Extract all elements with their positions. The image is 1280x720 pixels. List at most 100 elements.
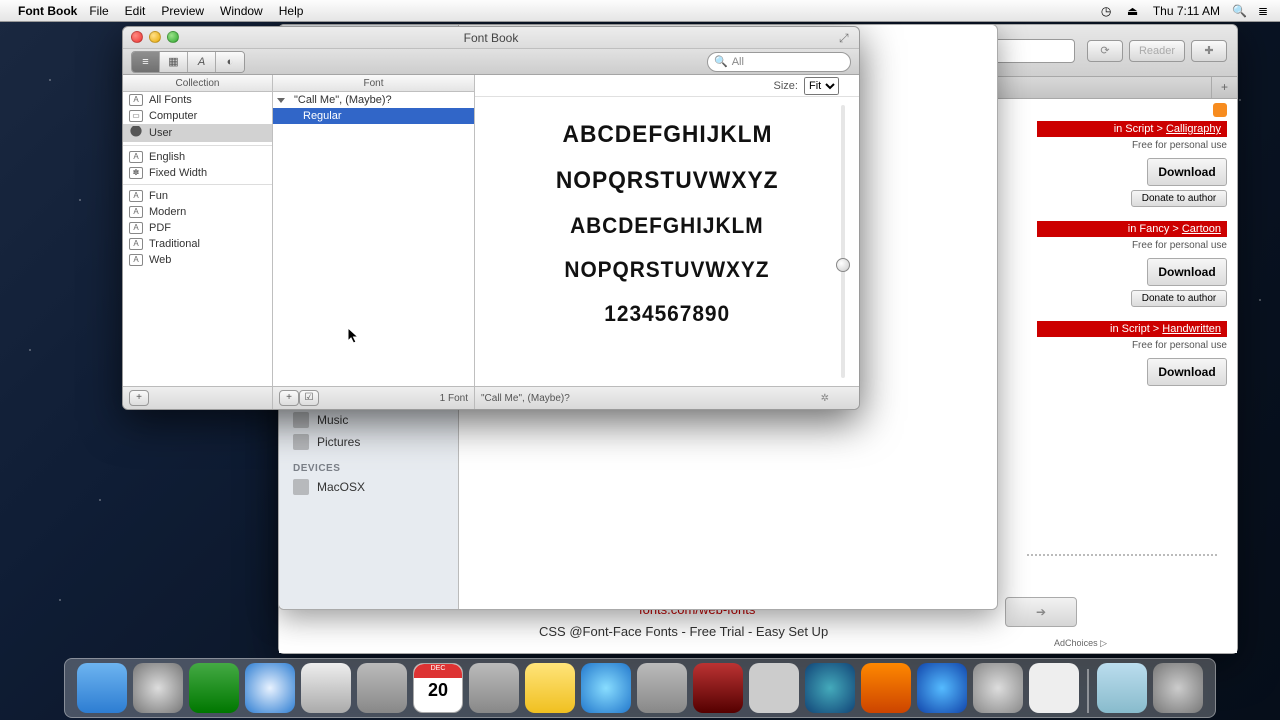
dock-launchpad[interactable] [133, 663, 183, 713]
disclosure-triangle-icon[interactable] [277, 98, 285, 103]
menubar-clock[interactable]: Thu 7:11 AM [1153, 4, 1220, 18]
dock-reminders[interactable] [469, 663, 519, 713]
collection-icon: A [129, 206, 143, 218]
menu-window[interactable]: Window [220, 4, 263, 18]
sidebar-item-music[interactable]: Music [279, 409, 458, 431]
web-license-text: Free for personal use [1037, 237, 1227, 254]
sidebar-item-macosx[interactable]: MacOSX [279, 476, 458, 498]
dock-mission-control[interactable] [189, 663, 239, 713]
ad-next-button[interactable]: ➔ [1005, 597, 1077, 627]
font-style-row[interactable]: Regular [273, 108, 474, 124]
safari-add-bookmark-button[interactable]: ✚ [1191, 40, 1227, 62]
ad-choices[interactable]: AdChoices ▷ [1054, 638, 1107, 649]
menu-help[interactable]: Help [279, 4, 304, 18]
collection-icon: ▭ [129, 110, 143, 122]
add-collection-button[interactable]: + [129, 390, 149, 406]
dock-settings[interactable] [973, 663, 1023, 713]
dock-messages[interactable] [581, 663, 631, 713]
dock-downloads[interactable] [1097, 663, 1147, 713]
timemachine-icon[interactable]: ◷ [1101, 4, 1115, 18]
fontbook-search[interactable]: 🔍 All [707, 52, 851, 72]
web-category-bar: in Fancy > Cartoon [1037, 221, 1227, 237]
fontbook-titlebar[interactable]: Font Book ⤢ [123, 27, 859, 49]
web-category-bar: in Script > Handwritten [1037, 321, 1227, 337]
dock-safari[interactable] [245, 663, 295, 713]
view-mode-info[interactable]: A [188, 52, 216, 72]
font-list[interactable]: "Call Me", (Maybe)? Regular [273, 92, 474, 386]
font-count: 1 Font [440, 393, 468, 404]
collection-item[interactable]: ✽Fixed Width [123, 165, 272, 181]
dock-contacts[interactable] [357, 663, 407, 713]
zoom-button[interactable] [167, 31, 179, 43]
fullscreen-button[interactable]: ⤢ [839, 31, 853, 45]
safari-new-tab-button[interactable]: + [1211, 77, 1237, 98]
menu-edit[interactable]: Edit [125, 4, 146, 18]
view-mode-help[interactable]: ◐ [216, 52, 244, 72]
download-button[interactable]: Download [1147, 258, 1227, 286]
dock-finder[interactable] [77, 663, 127, 713]
dock-itunes[interactable] [805, 663, 855, 713]
collection-list[interactable]: AAll Fonts▭ComputerUser AEnglish✽Fixed Wi… [123, 92, 272, 386]
web-category-link[interactable]: Handwritten [1162, 323, 1221, 335]
safari-reload-button[interactable]: ⟳ [1087, 40, 1123, 62]
view-mode-grid[interactable]: ▦ [160, 52, 188, 72]
menu-preview[interactable]: Preview [161, 4, 204, 18]
dock-trash[interactable] [1153, 663, 1203, 713]
sidebar-item-pictures[interactable]: Pictures [279, 431, 458, 453]
dock-photobooth[interactable] [693, 663, 743, 713]
dock-help[interactable] [749, 663, 799, 713]
size-select[interactable]: Fit [804, 77, 839, 95]
window-title: Font Book [464, 31, 519, 45]
ad-text: CSS @Font-Face Fonts - Free Trial - Easy… [539, 624, 828, 639]
collection-icon: A [129, 222, 143, 234]
size-control: Size: Fit [475, 75, 859, 97]
dock-appstore[interactable] [917, 663, 967, 713]
dock-calendar[interactable]: DEC 20 [413, 663, 463, 713]
download-button[interactable]: Download [1147, 358, 1227, 386]
dock-mail[interactable] [301, 663, 351, 713]
collection-item[interactable]: ▭Computer [123, 108, 272, 124]
spotlight-icon[interactable]: 🔍 [1232, 4, 1246, 18]
collection-icon: A [129, 190, 143, 202]
dock-facetime[interactable] [637, 663, 687, 713]
fontbook-toolbar: ≡ ▦ A ◐ 🔍 All [123, 49, 859, 75]
collection-icon: A [129, 254, 143, 266]
collection-icon: A [129, 238, 143, 250]
dock-fontbook[interactable] [1029, 663, 1079, 713]
validate-button[interactable]: ☑ [299, 390, 319, 406]
collection-item[interactable]: AModern [123, 204, 272, 220]
size-slider[interactable] [841, 105, 845, 378]
collection-item[interactable]: AWeb [123, 252, 272, 268]
app-menu[interactable]: Font Book [18, 4, 77, 18]
collection-icon: A [129, 151, 143, 163]
web-license-text: Free for personal use [1037, 137, 1227, 154]
collection-item[interactable]: AEnglish [123, 149, 272, 165]
slider-thumb[interactable] [836, 258, 850, 272]
eject-icon[interactable]: ⏏ [1127, 4, 1141, 18]
add-font-button[interactable]: + [279, 390, 299, 406]
collection-item[interactable]: ATraditional [123, 236, 272, 252]
search-icon: 🔍 [714, 55, 728, 68]
collection-icon: ✽ [129, 167, 143, 179]
notification-icon[interactable]: ≣ [1258, 4, 1272, 18]
donate-button[interactable]: Donate to author [1131, 290, 1227, 307]
collection-item[interactable]: AAll Fonts [123, 92, 272, 108]
dock-vlc[interactable] [861, 663, 911, 713]
close-button[interactable] [131, 31, 143, 43]
dock-notes[interactable] [525, 663, 575, 713]
web-category-link[interactable]: Calligraphy [1166, 123, 1221, 135]
download-button[interactable]: Download [1147, 158, 1227, 186]
rss-icon[interactable] [1213, 103, 1227, 117]
minimize-button[interactable] [149, 31, 161, 43]
collection-item[interactable]: APDF [123, 220, 272, 236]
menu-file[interactable]: File [89, 4, 108, 18]
web-right-column: in Script > CalligraphyFree for personal… [1037, 99, 1227, 418]
collection-item[interactable]: User [123, 124, 272, 142]
collection-item[interactable]: AFun [123, 188, 272, 204]
safari-reader-button[interactable]: Reader [1129, 40, 1185, 62]
view-mode-list[interactable]: ≡ [132, 52, 160, 72]
donate-button[interactable]: Donate to author [1131, 190, 1227, 207]
web-category-link[interactable]: Cartoon [1182, 223, 1221, 235]
font-family-row[interactable]: "Call Me", (Maybe)? [273, 92, 474, 108]
web-category-bar: in Script > Calligraphy [1037, 121, 1227, 137]
